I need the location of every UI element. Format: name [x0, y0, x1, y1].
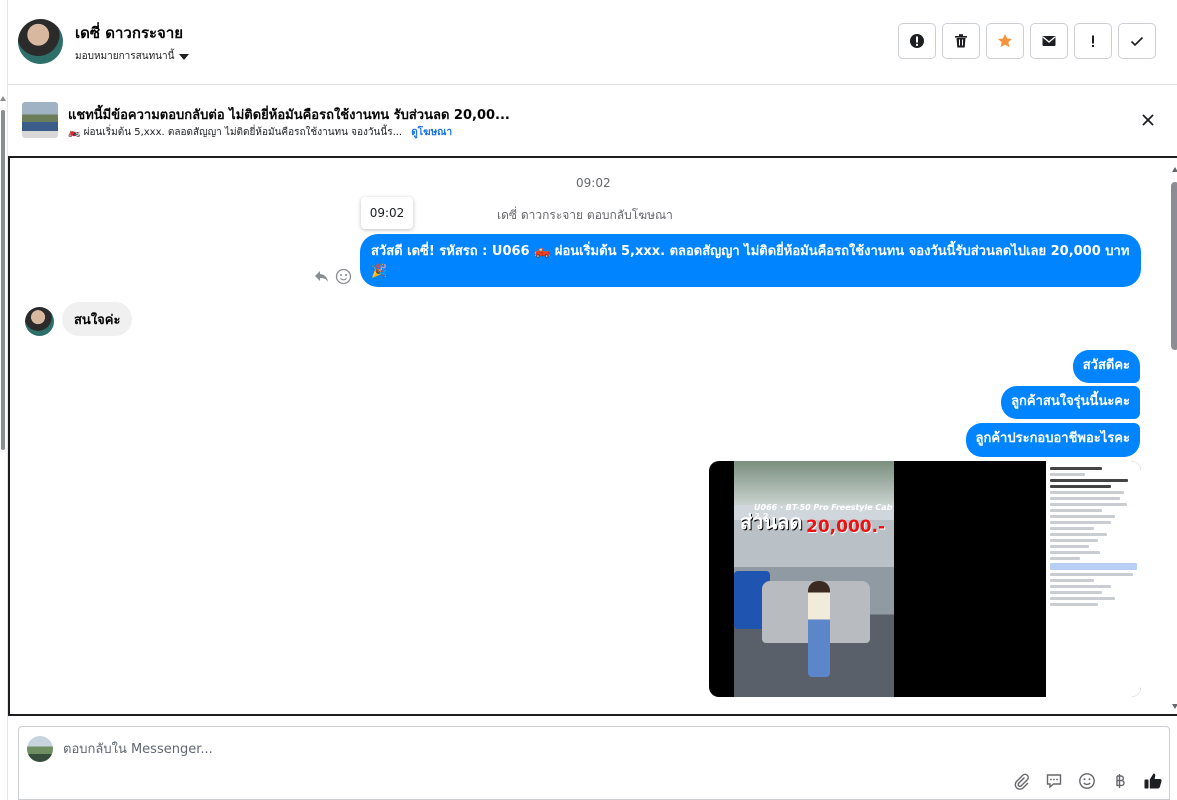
post-line [1050, 527, 1094, 530]
post-line [1050, 597, 1116, 600]
emoji-button[interactable] [1077, 771, 1097, 791]
assign-conversation-dropdown[interactable]: มอบหมายการสนทนานี้ [75, 49, 190, 64]
emoji-react-icon[interactable] [335, 268, 352, 285]
message-bubble-outgoing[interactable]: ลูกค้าประกอบอาชีพอะไรคะ [965, 423, 1140, 457]
envelope-icon [1042, 36, 1056, 46]
contact-avatar-small [25, 307, 54, 336]
like-button[interactable] [1143, 771, 1163, 791]
post-line [1050, 485, 1111, 488]
message-actions [313, 268, 352, 285]
post-line [1050, 591, 1103, 594]
ad-thumbnail [22, 102, 58, 138]
post-button-line [1050, 563, 1137, 570]
message-bubble-outgoing[interactable]: สวัสดี เดซี่! รหัสรถ : U066 🛻 ผ่อนเริ่มต… [360, 234, 1141, 287]
attach-button[interactable] [1011, 771, 1031, 791]
conversation-toolbar [898, 23, 1156, 59]
ad-title: แชทนี้มีข้อความตอบกลับต่อ ไม่ติดยี่ห้อมั… [68, 108, 510, 123]
thumbs-up-icon [1144, 773, 1162, 789]
contact-avatar[interactable] [18, 19, 63, 64]
reply-input[interactable] [63, 738, 963, 760]
composer-tools [1011, 771, 1163, 791]
baht-icon [1116, 774, 1125, 788]
paperclip-icon [1014, 773, 1029, 790]
post-line [1050, 515, 1116, 518]
star-icon [998, 34, 1012, 48]
post-line [1050, 557, 1081, 560]
post-line [1050, 479, 1129, 482]
exclamation-icon [1092, 35, 1094, 47]
payment-button[interactable] [1110, 771, 1130, 791]
saved-replies-button[interactable] [1044, 771, 1064, 791]
image-attachment[interactable]: U066 · BT-50 Pro Freestyle Cab 2.2 ส่วนล… [709, 461, 1141, 697]
post-line [1050, 467, 1103, 470]
post-line [1050, 545, 1090, 548]
post-line [1050, 503, 1127, 506]
assign-label: มอบหมายการสนทนานี้ [75, 51, 175, 62]
ad-subtitle-text: 🏍️ ผ่อนเริ่มต้น 5,xxx. ตลอดสัญญา ไม่ติดย… [68, 127, 403, 138]
post-line [1050, 521, 1111, 524]
post-line [1050, 539, 1098, 542]
view-ad-link[interactable]: ดูโฆษณา [411, 127, 452, 138]
ad-subtitle: 🏍️ ผ่อนเริ่มต้น 5,xxx. ตลอดสัญญา ไม่ติดย… [68, 125, 452, 140]
caret-down-icon [179, 53, 190, 60]
post-line [1050, 573, 1133, 576]
emoji-icon [1079, 773, 1095, 789]
mark-spam-button[interactable] [898, 23, 936, 59]
scroll-up-icon[interactable] [1172, 167, 1177, 172]
message-bubble-outgoing[interactable]: ลูกค้าสนใจรุ่นนี้นะคะ [1001, 386, 1140, 419]
mark-unread-button[interactable] [1030, 23, 1068, 59]
post-line [1050, 491, 1124, 494]
scroll-thumb[interactable] [1171, 182, 1177, 350]
thread-scrollbar[interactable] [1170, 158, 1177, 714]
mark-done-button[interactable] [1118, 23, 1156, 59]
message-composer [18, 726, 1170, 800]
page-avatar [27, 736, 53, 762]
post-line [1050, 551, 1101, 554]
time-tooltip: 09:02 [361, 197, 413, 229]
promo-amount-text: 20,000.- [806, 517, 886, 537]
reply-icon[interactable] [313, 268, 330, 285]
comment-icon [1046, 774, 1062, 789]
scroll-thumb[interactable] [1, 110, 5, 450]
contact-name[interactable]: เดซี่ ดาวกระจาย [75, 21, 183, 45]
post-line [1050, 473, 1085, 476]
scroll-up-icon[interactable] [0, 96, 6, 101]
replied-to-ad-label: เดซี่ ดาวกระจาย ตอบกลับโฆษณา [497, 208, 673, 222]
post-line [1050, 603, 1098, 606]
post-line [1050, 509, 1103, 512]
trash-icon [955, 34, 967, 48]
post-line [1050, 579, 1094, 582]
message-bubble-incoming[interactable]: สนใจค่ะ [62, 302, 133, 336]
ad-reply-banner: แชทนี้มีข้อความตอบกลับต่อ ไม่ติดยี่ห้อมั… [8, 85, 1177, 155]
left-scrollbar[interactable] [0, 0, 8, 800]
messenger-inbox-page: เดซี่ ดาวกระจาย มอบหมายการสนทนานี้ แชทนี… [0, 0, 1177, 800]
close-icon[interactable] [1138, 110, 1158, 130]
thread-timestamp: 09:02 [576, 176, 611, 190]
person-shape [808, 581, 830, 677]
follow-up-button[interactable] [1074, 23, 1112, 59]
alert-circle-icon [910, 34, 924, 48]
message-thread[interactable]: 09:02 เดซี่ ดาวกระจาย ตอบกลับโฆษณา 09:02… [8, 156, 1177, 716]
scroll-down-icon[interactable] [1172, 704, 1177, 709]
delete-button[interactable] [942, 23, 980, 59]
facebook-post-preview [1046, 461, 1141, 697]
post-line [1050, 497, 1120, 500]
star-button[interactable] [986, 23, 1024, 59]
photo-background [734, 461, 894, 505]
promo-discount-text: ส่วนลด [740, 510, 803, 534]
post-line [1050, 585, 1111, 588]
message-bubble-outgoing[interactable]: สวัสดีคะ [1072, 350, 1140, 383]
conversation-header: เดซี่ ดาวกระจาย มอบหมายการสนทนานี้ [8, 0, 1177, 85]
car-promo-photo: U066 · BT-50 Pro Freestyle Cab 2.2 ส่วนล… [734, 461, 894, 697]
post-line [1050, 533, 1107, 536]
check-icon [1130, 36, 1144, 47]
